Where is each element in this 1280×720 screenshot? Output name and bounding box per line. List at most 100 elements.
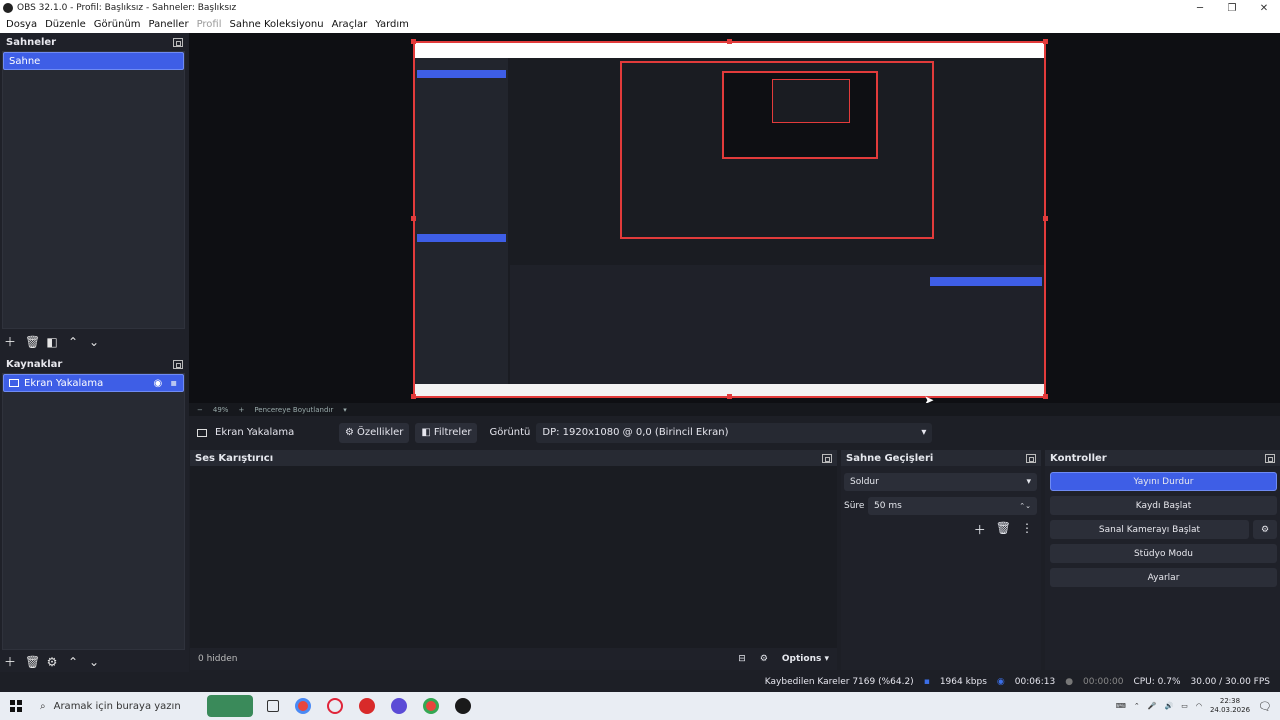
resize-handle[interactable] — [1043, 39, 1048, 44]
menu-sahne-koleksiyonu[interactable]: Sahne Koleksiyonu — [230, 19, 324, 30]
properties-button[interactable]: ⚙ Özellikler — [339, 422, 410, 443]
status-bar: Kaybedilen Kareler 7169 (%64.2) ▪ 1964 k… — [0, 672, 1280, 692]
studio-mode-button[interactable]: Stüdyo Modu — [1050, 544, 1277, 563]
menu-duzenle[interactable]: Düzenle — [45, 19, 86, 30]
eye-icon[interactable]: ◉ — [153, 378, 162, 389]
windows-start-icon[interactable] — [10, 700, 22, 712]
nested-preview — [620, 61, 934, 239]
lock-icon[interactable]: ▪ — [170, 378, 177, 389]
chevron-up-icon[interactable]: ⌃ — [67, 655, 79, 669]
filter-icon: ◧ — [421, 427, 431, 438]
vcam-gear-icon[interactable]: ⚙ — [1253, 520, 1277, 539]
minimize-icon[interactable]: ─ — [1184, 0, 1216, 16]
app-red-icon[interactable] — [358, 698, 375, 714]
transitions-title: Sahne Geçişleri — [846, 452, 934, 464]
gear-icon[interactable]: ⚙ — [46, 655, 58, 669]
mixer-body — [190, 466, 837, 648]
resize-handle[interactable] — [411, 216, 416, 221]
menu-dosya[interactable]: Dosya — [6, 19, 37, 30]
menu-gorunum[interactable]: Görünüm — [94, 19, 141, 30]
chevron-up-icon[interactable]: ⌃ — [67, 335, 79, 349]
chevron-up-icon[interactable]: ⌃ — [1134, 702, 1140, 710]
speaker-icon[interactable]: 🔊 — [1164, 702, 1173, 710]
resize-handle[interactable] — [727, 39, 732, 44]
undock-icon[interactable] — [173, 359, 183, 369]
filter-icon[interactable]: ◧ — [46, 335, 58, 349]
resize-handle[interactable] — [727, 394, 732, 399]
spinner-icon[interactable]: ⌃⌄ — [1019, 502, 1031, 510]
transition-select[interactable]: Soldur ▾ — [844, 473, 1037, 491]
add-icon[interactable]: ＋ — [974, 521, 986, 538]
stop-stream-button[interactable]: Yayını Durdur — [1050, 472, 1277, 491]
trash-icon[interactable]: 🗑 — [996, 521, 1011, 538]
opera-icon[interactable] — [326, 698, 343, 714]
resize-handle[interactable] — [1043, 394, 1048, 399]
source-item[interactable]: Ekran Yakalama ◉ ▪ — [3, 374, 184, 392]
scenes-title: Sahneler — [6, 36, 57, 48]
settings-button[interactable]: Ayarlar — [1050, 568, 1277, 587]
duration-spinbox[interactable]: 50 ms ⌃⌄ — [868, 497, 1037, 515]
undock-icon[interactable] — [1265, 453, 1275, 463]
network-icon: ▪ — [923, 677, 930, 687]
display-select[interactable]: DP: 1920x1080 @ 0,0 (Birincil Ekran) ▾ — [536, 422, 933, 443]
zoom-out-button[interactable]: − — [197, 406, 203, 414]
options-button[interactable]: Options ▾ — [782, 654, 829, 664]
undock-icon[interactable] — [1026, 453, 1036, 463]
dropdown-icon[interactable]: ▾ — [343, 406, 347, 414]
menu-yardim[interactable]: Yardım — [375, 19, 409, 30]
resize-handle[interactable] — [1043, 216, 1048, 221]
taskbar-search[interactable]: ⌕ Aramak için buraya yazın — [40, 701, 181, 712]
microphone-icon[interactable]: 🎤 — [1148, 702, 1157, 710]
scene-item[interactable]: Sahne — [3, 52, 184, 70]
network-icon[interactable]: ▭ — [1181, 702, 1188, 710]
menu-paneller[interactable]: Paneller — [149, 19, 189, 30]
undock-icon[interactable] — [173, 37, 183, 47]
chrome-icon[interactable] — [422, 698, 439, 714]
transitions-dock: Sahne Geçişleri Soldur ▾ Süre 50 ms ⌃⌄ ＋… — [841, 450, 1041, 670]
resize-handle[interactable] — [411, 394, 416, 399]
restore-icon[interactable]: ❐ — [1216, 0, 1248, 16]
notification-icon[interactable]: 🗨 — [1258, 700, 1272, 713]
trash-icon[interactable]: 🗑 — [25, 335, 40, 349]
app-purple-icon[interactable] — [390, 698, 407, 714]
clock-time: 22:38 — [1219, 697, 1241, 705]
menu-araclar[interactable]: Araçlar — [332, 19, 368, 30]
trash-icon[interactable]: 🗑 — [25, 655, 40, 669]
chrome-icon[interactable] — [294, 698, 311, 714]
start-record-button[interactable]: Kaydı Başlat — [1050, 496, 1277, 515]
resize-handle[interactable] — [411, 39, 416, 44]
clock[interactable]: 22:38 24.03.2026 — [1210, 697, 1250, 715]
layout-icon[interactable]: ⊟ — [738, 654, 746, 664]
start-vcam-button[interactable]: Sanal Kamerayı Başlat — [1050, 520, 1249, 539]
preview-canvas[interactable] — [413, 41, 1046, 398]
display-label: Görüntü — [489, 427, 531, 438]
duration-label: Süre — [844, 501, 865, 511]
more-icon[interactable]: ⋮ — [1021, 521, 1033, 538]
obs-taskbar-icon[interactable] — [454, 698, 471, 714]
task-view-icon[interactable] — [266, 700, 279, 712]
add-icon[interactable]: ＋ — [4, 333, 16, 350]
menu-profil[interactable]: Profil — [197, 19, 222, 30]
filters-label: Filtreler — [433, 427, 472, 438]
zoom-in-button[interactable]: + — [238, 406, 244, 414]
advanced-audio-icon[interactable]: ⚙ — [760, 654, 768, 664]
chevron-down-icon[interactable]: ⌄ — [88, 335, 100, 349]
search-placeholder: Aramak için buraya yazın — [53, 700, 181, 712]
controls-dock: Kontroller Yayını Durdur Kaydı Başlat Sa… — [1045, 450, 1280, 670]
scenes-toolbar: ＋ 🗑 ◧ ⌃ ⌄ — [4, 333, 100, 350]
keyboard-icon[interactable]: ⌨ — [1116, 702, 1126, 710]
options-label: Options — [781, 654, 822, 664]
stream-time: 00:06:13 — [1014, 677, 1056, 687]
wifi-icon[interactable]: ◠ — [1196, 702, 1202, 710]
mixer-header: Ses Karıştırıcı — [190, 450, 837, 466]
add-icon[interactable]: ＋ — [4, 653, 16, 670]
audio-mixer-dock: Ses Karıştırıcı 0 hidden ⊟ ⚙ Options ▾ — [190, 450, 837, 670]
fit-window-button[interactable]: Pencereye Boyutlandır — [254, 406, 333, 414]
record-icon: ● — [1065, 677, 1074, 687]
close-icon[interactable]: ✕ — [1248, 0, 1280, 16]
nested-scene-selection — [417, 70, 506, 78]
undock-icon[interactable] — [822, 453, 832, 463]
nested-stop-button — [930, 277, 1042, 286]
filters-button[interactable]: ◧ Filtreler — [415, 422, 478, 443]
chevron-down-icon[interactable]: ⌄ — [88, 655, 100, 669]
